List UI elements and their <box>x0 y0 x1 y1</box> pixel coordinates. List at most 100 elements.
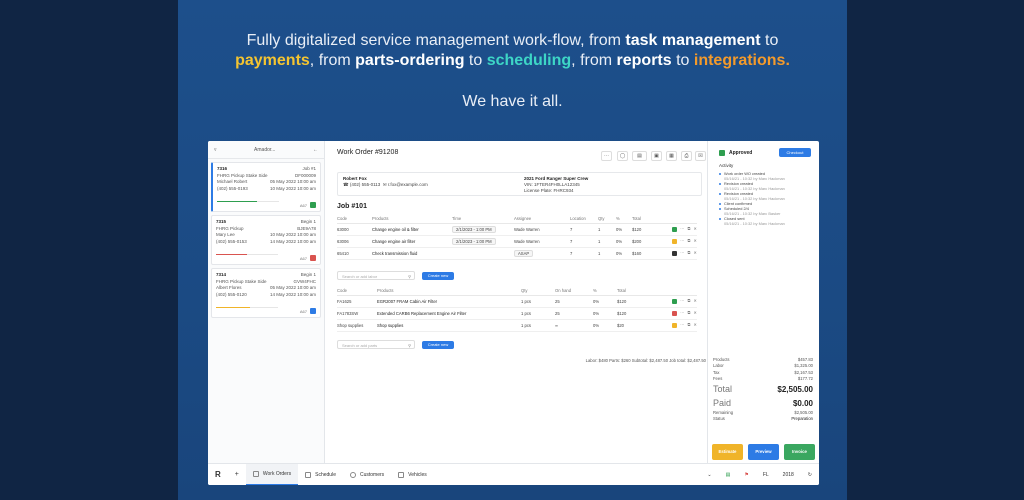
column-header[interactable]: % <box>616 214 632 224</box>
trash-icon[interactable]: ☒ <box>695 151 706 161</box>
estimate-button[interactable]: Estimate <box>712 444 743 460</box>
location-select[interactable]: Amador... <box>254 147 275 153</box>
chart-icon[interactable]: ▦ <box>666 151 677 161</box>
time-pill[interactable]: 2/1/2023 - 1:00 PM <box>452 225 496 233</box>
status-square-icon[interactable] <box>672 298 678 304</box>
work-order-card[interactable]: 7315 Begin 1 FHRG Pickup BJE9A78 Mary Lee 10 … <box>211 215 321 265</box>
parts-search-input[interactable]: Search or add parts ⚲ <box>337 340 415 349</box>
column-header[interactable]: Products <box>377 286 521 296</box>
flag-icon[interactable]: ⚑ <box>737 464 755 486</box>
chevron-down-icon[interactable]: ⌄ <box>700 464 718 486</box>
time-pill[interactable]: 2/1/2023 - 1:00 PM <box>452 237 496 245</box>
table-row[interactable]: FA1625 EGR2007 FRAM Cabin Air Filter 1 pcs… <box>337 295 697 308</box>
status-check-icon[interactable] <box>310 202 316 208</box>
trash-icon[interactable]: ✕ <box>693 226 697 231</box>
column-header[interactable]: Total <box>617 286 643 296</box>
more-icon[interactable]: ⋯ <box>680 310 684 315</box>
card-tag: A67 <box>299 309 307 314</box>
create-labor-button[interactable]: Create new <box>422 271 454 280</box>
copy-icon[interactable]: ⧉ <box>687 310 690 315</box>
headline-line-1: Fully digitalized service management wor… <box>246 32 779 49</box>
cell-pct: 0% <box>593 319 617 332</box>
totals-block: Products $457.83 Labor $1,325.00 Tax $2,167.5… <box>713 357 813 423</box>
status-square-icon[interactable] <box>672 250 678 256</box>
more-icon[interactable]: ⋯ <box>680 298 684 303</box>
status-check-icon[interactable] <box>310 255 316 261</box>
table-row[interactable]: 63006 Change engine air filter 2/1/2023 - … <box>337 235 697 248</box>
more-icon[interactable]: ⋯ <box>680 226 684 231</box>
column-header[interactable]: % <box>593 286 617 296</box>
more-icon[interactable]: ⋯ <box>680 322 684 327</box>
status-check-icon[interactable] <box>310 308 316 314</box>
plus-icon[interactable]: + <box>228 464 246 486</box>
status-square-icon[interactable] <box>672 310 678 316</box>
column-header[interactable]: Code <box>337 214 372 224</box>
preview-button[interactable]: Preview <box>748 444 779 460</box>
activity-list: Work order WO created 05/16/21 - 10:32 by… <box>719 171 814 226</box>
trash-icon[interactable]: ✕ <box>693 310 697 315</box>
filter-icon[interactable]: ▿ <box>214 147 217 153</box>
table-row[interactable]: FA1783SW Extended CARB6 Replacement Engin… <box>337 307 697 320</box>
tagline: We have it all. <box>462 93 563 110</box>
column-header[interactable]: Assignee <box>514 214 570 224</box>
more-icon[interactable]: ⋯ <box>601 151 612 161</box>
row-actions: ⋯ ⧉ ✕ <box>654 247 697 260</box>
more-icon[interactable]: ⋯ <box>680 238 684 243</box>
cell-qty: 1 <box>598 235 616 248</box>
tab-customers[interactable]: Customers <box>343 464 391 486</box>
image-icon[interactable]: ▣ <box>651 151 662 161</box>
trash-icon[interactable]: ✕ <box>693 250 697 255</box>
print-icon[interactable]: ⎙ <box>681 151 692 161</box>
more-icon[interactable]: ⋯ <box>680 250 684 255</box>
invoice-button[interactable]: Invoice <box>784 444 815 460</box>
arrow-left-icon[interactable]: ← <box>313 147 318 153</box>
column-header[interactable]: Time <box>452 214 514 224</box>
vehicle-block[interactable]: 2021 Ford Ranger Super Crew VIN: 1FTER4F… <box>524 176 588 194</box>
work-order-card[interactable]: 7314 Begin 1 FHRG Pickup Stake Side GVW4FHC… <box>211 268 321 318</box>
table-row[interactable]: Shop supplies Shop supplies 1 pcs ∞ 0% $20 ⋯ ⧉ ✕ <box>337 319 697 332</box>
work-order-card[interactable]: 7316 Job #1 FHRG Pickup Stake Side DF000009… <box>211 162 321 212</box>
trash-icon[interactable]: ✕ <box>693 322 697 327</box>
logo-icon[interactable]: R <box>208 464 228 486</box>
column-header[interactable]: Products <box>372 214 452 224</box>
card-phone: (402) 555-0153 <box>216 238 247 244</box>
status-square-icon[interactable] <box>672 226 678 232</box>
customer-block[interactable]: Robert Fox ☎ (402) 555-0113 ✉ r.fox@exam… <box>343 176 428 188</box>
tab-schedule[interactable]: Schedule <box>298 464 343 486</box>
attachments-icon[interactable]: ▤ <box>632 151 647 161</box>
trash-icon[interactable]: ✕ <box>693 238 697 243</box>
cell-loc: 7 <box>570 247 598 260</box>
column-header[interactable]: On hand <box>555 286 593 296</box>
language-icon[interactable]: FL <box>756 464 776 486</box>
create-part-button[interactable]: Create new <box>422 340 454 349</box>
car-status-icon[interactable]: ▤ <box>719 464 738 486</box>
cell-hand: 25 <box>555 307 593 320</box>
column-header[interactable]: Location <box>570 214 598 224</box>
bottom-bar: R + Work Orders Schedule Customers Vehic… <box>208 463 819 485</box>
card-row: (402) 555-0153 14 May 2022 10:00 am <box>216 239 316 246</box>
copy-icon[interactable]: ⧉ <box>687 238 690 243</box>
labor-search-input[interactable]: Search or add labor ⚲ <box>337 271 415 280</box>
tab-vehicles[interactable]: Vehicles <box>391 464 434 486</box>
cell-total: $120 <box>632 223 654 236</box>
status-square-icon[interactable] <box>672 322 678 328</box>
table-row[interactable]: 63000 Change engine oil & filter 2/1/2023 … <box>337 223 697 236</box>
checkout-button[interactable]: Checkout <box>779 148 811 157</box>
table-row[interactable]: 65410 Check transmission fluid ASAP 7 1 0% $16… <box>337 247 697 260</box>
copy-icon[interactable]: ⧉ <box>687 226 690 231</box>
copy-icon[interactable]: ⧉ <box>687 322 690 327</box>
column-header[interactable]: Qty <box>598 214 616 224</box>
copy-icon[interactable]: ⧉ <box>687 298 690 303</box>
copy-icon[interactable]: ⧉ <box>687 250 690 255</box>
progress-fill <box>216 253 247 255</box>
trash-icon[interactable]: ✕ <box>693 298 697 303</box>
tab-work-orders[interactable]: Work Orders <box>245 463 299 485</box>
column-header[interactable]: Qty <box>521 286 555 296</box>
assignee-pill[interactable]: ASAP <box>514 249 534 257</box>
chat-icon[interactable]: ◯ <box>617 151 628 161</box>
column-header[interactable]: Code <box>337 286 377 296</box>
vehicle-plate: License Plate: FHRC934 <box>524 188 574 193</box>
status-square-icon[interactable] <box>672 238 678 244</box>
refresh-icon[interactable]: ↻ <box>801 464 819 486</box>
column-header[interactable]: Total <box>632 214 654 224</box>
